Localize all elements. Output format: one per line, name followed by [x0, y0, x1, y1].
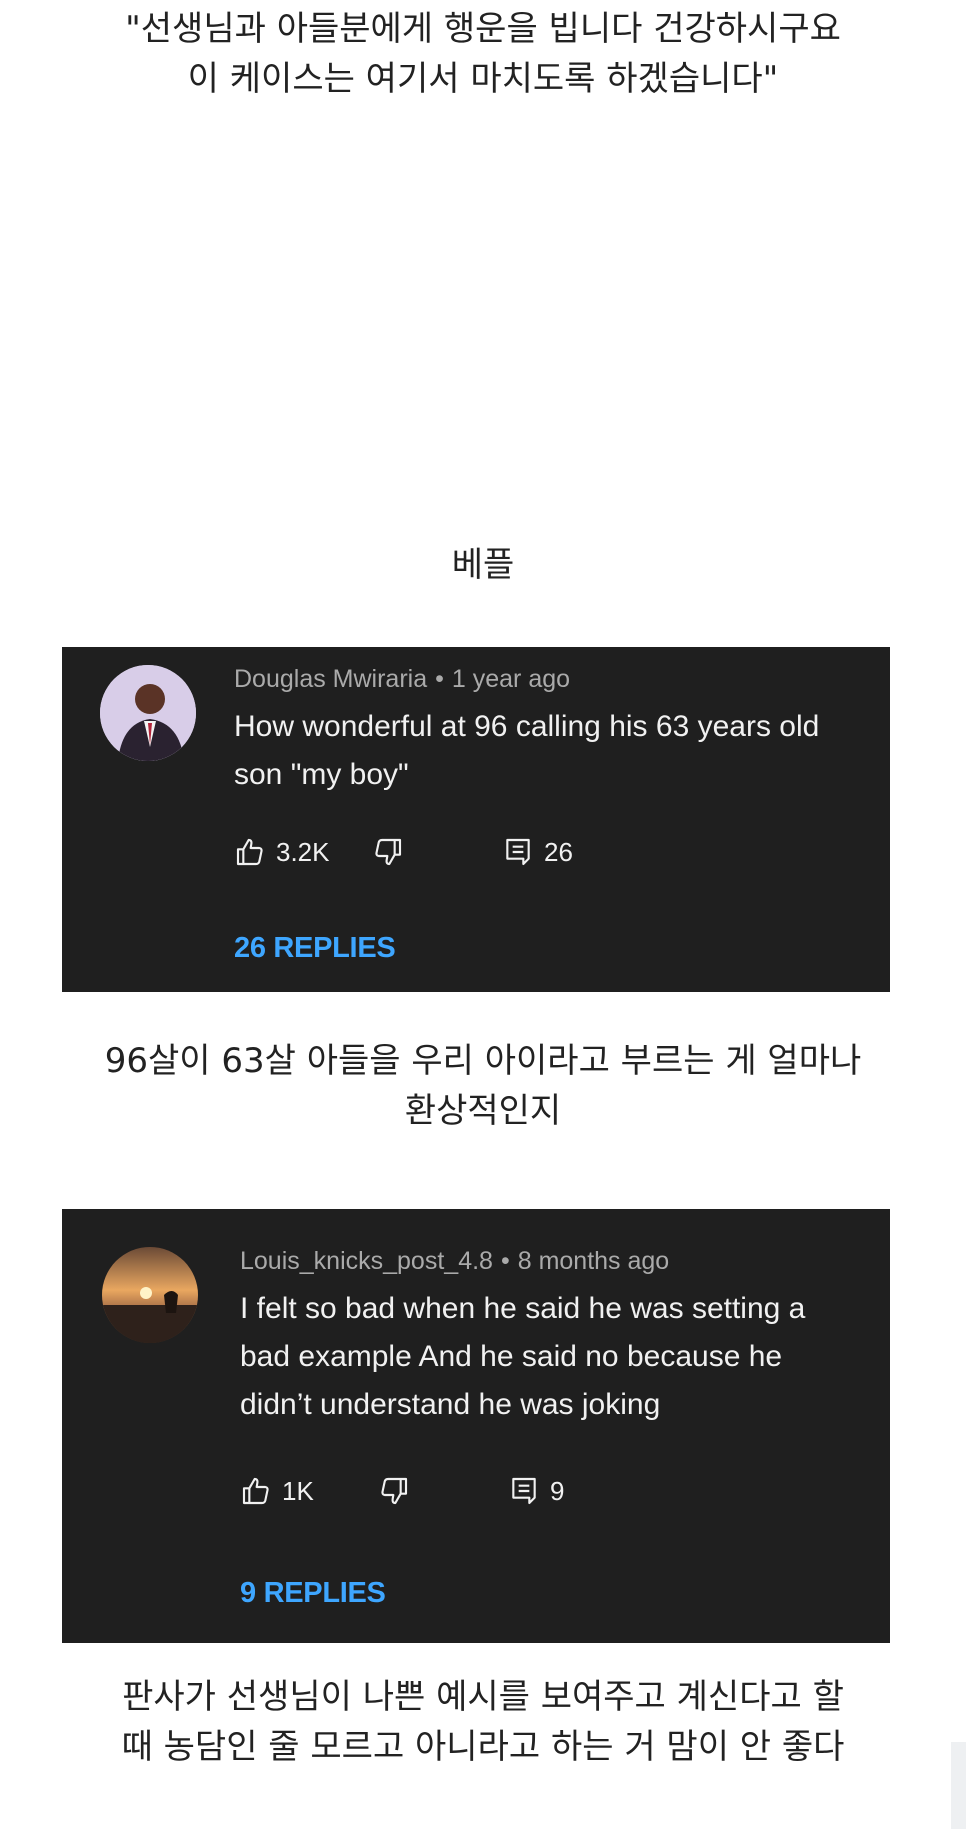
- reply-comment-icon: [512, 1477, 536, 1505]
- like-button[interactable]: 3.2K: [234, 832, 330, 872]
- view-replies-link[interactable]: 26 REPLIES: [234, 932, 396, 965]
- comment-text-line: I felt so bad when he said he was settin…: [240, 1292, 806, 1325]
- comment-text-line: How wonderful at 96 calling his 63 years…: [234, 710, 820, 743]
- section-heading-text: 베플: [451, 545, 515, 585]
- translation-line-2: 환상적인지: [404, 1091, 562, 1131]
- comment-card: Douglas Mwiraria • 1 year ago How wonderfu…: [62, 647, 890, 992]
- reply-button[interactable]: 26: [502, 832, 573, 872]
- comment-time[interactable]: 8 months ago: [518, 1247, 670, 1275]
- comment-time[interactable]: 1 year ago: [452, 665, 570, 693]
- like-count: 3.2K: [276, 836, 330, 867]
- quote-caption: "선생님과 아들분에게 행운을 빕니다 건강하시구요 이 케이스는 여기서 마치…: [0, 4, 966, 104]
- translation-line-1: 판사가 선생님이 나쁜 예시를 보여주고 계신다고 할: [122, 1677, 844, 1717]
- comment-meta: Louis_knicks_post_4.8 • 8 months ago: [240, 1247, 669, 1276]
- meta-separator: •: [500, 1247, 510, 1275]
- translation-line-1: 96살이 63살 아들을 우리 아이라고 부르는 게 얼마나: [104, 1041, 862, 1081]
- comment-text-line: didn’t understand he was joking: [240, 1388, 661, 1421]
- comment-meta: Douglas Mwiraria • 1 year ago: [234, 665, 570, 694]
- avatar[interactable]: [102, 1247, 198, 1343]
- translation-caption: 판사가 선생님이 나쁜 예시를 보여주고 계신다고 할 때 농담인 줄 모르고 …: [0, 1672, 966, 1772]
- avatar[interactable]: [100, 665, 196, 761]
- translation-caption: 96살이 63살 아들을 우리 아이라고 부르는 게 얼마나 환상적인지: [0, 1036, 966, 1136]
- scroll-edge: [951, 1742, 966, 1829]
- comment-text: How wonderful at 96 calling his 63 years…: [234, 703, 819, 799]
- dislike-button[interactable]: [372, 832, 404, 872]
- meta-separator: •: [435, 665, 444, 693]
- comment-actions: 3.2K 26: [234, 832, 834, 872]
- thumbs-down-icon: [375, 838, 402, 866]
- comment-author[interactable]: Louis_knicks_post_4.8: [240, 1247, 493, 1275]
- comment-text-line: son "my boy": [234, 758, 409, 791]
- reply-count: 26: [544, 836, 573, 867]
- translation-line-2: 때 농담인 줄 모르고 아니라고 하는 거 맘이 안 좋다: [121, 1727, 845, 1767]
- avatar-photo: [100, 665, 196, 761]
- like-button[interactable]: 1K: [240, 1471, 314, 1511]
- quote-line-2: 이 케이스는 여기서 마치도록 하겠습니다": [187, 59, 779, 99]
- reply-count: 9: [550, 1475, 565, 1506]
- comment-actions: 1K 9: [240, 1471, 840, 1511]
- thumbs-down-icon: [381, 1477, 408, 1505]
- reply-comment-icon: [506, 838, 530, 866]
- thumbs-up-icon: [236, 838, 263, 866]
- view-replies-link[interactable]: 9 REPLIES: [240, 1577, 386, 1610]
- avatar-photo: [102, 1247, 198, 1343]
- comment-text: I felt so bad when he said he was settin…: [240, 1285, 805, 1429]
- quote-line-1: "선생님과 아들분에게 행운을 빕니다 건강하시구요: [125, 9, 841, 49]
- like-count: 1K: [282, 1475, 314, 1506]
- comment-author[interactable]: Douglas Mwiraria: [234, 665, 427, 693]
- reply-button[interactable]: 9: [508, 1471, 564, 1511]
- comment-text-line: bad example And he said no because he: [240, 1340, 783, 1373]
- section-heading: 베플: [0, 540, 966, 590]
- comment-card: Louis_knicks_post_4.8 • 8 months ago I fel…: [62, 1209, 890, 1643]
- thumbs-up-icon: [242, 1477, 269, 1505]
- dislike-button[interactable]: [378, 1471, 410, 1511]
